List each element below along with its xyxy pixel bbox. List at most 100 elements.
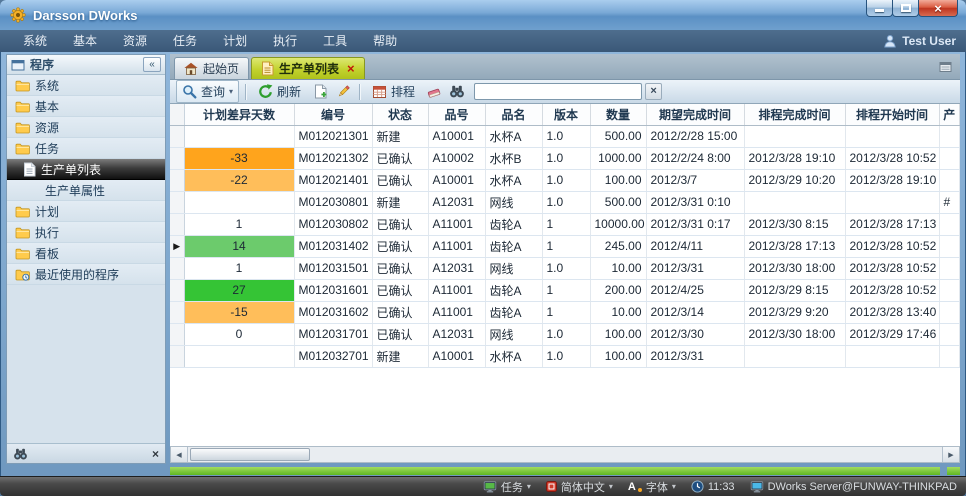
cell-item_no[interactable]: A10001 — [428, 345, 485, 367]
cell-version[interactable]: 1.0 — [542, 147, 590, 169]
scroll-right-button[interactable]: ▶ — [942, 447, 959, 462]
sidebar-item-recent-programs[interactable]: 最近使用的程序 — [7, 264, 165, 285]
cell-diff_days[interactable] — [184, 345, 294, 367]
menu-item-task[interactable]: 任务 — [160, 30, 210, 52]
cell-next_col[interactable] — [939, 345, 960, 367]
cell-qty[interactable]: 1000.00 — [590, 147, 646, 169]
cell-diff_days[interactable]: -33 — [184, 147, 294, 169]
cell-next_col[interactable] — [939, 235, 960, 257]
cell-item_name[interactable]: 水杯A — [485, 169, 542, 191]
cell-item_no[interactable]: A11001 — [428, 279, 485, 301]
cell-next_col[interactable] — [939, 301, 960, 323]
cell-item_name[interactable]: 水杯A — [485, 345, 542, 367]
cell-sched_start[interactable]: 2012/3/28 10:52 — [845, 147, 939, 169]
menu-item-tools[interactable]: 工具 — [310, 30, 360, 52]
menu-item-basic[interactable]: 基本 — [60, 30, 110, 52]
cell-status[interactable]: 已确认 — [372, 279, 428, 301]
cell-item_no[interactable]: A10001 — [428, 125, 485, 147]
cell-item_no[interactable]: A12031 — [428, 257, 485, 279]
cell-qty[interactable]: 10000.00 — [590, 213, 646, 235]
cell-order_no[interactable]: M012031402 — [294, 235, 372, 257]
table-row[interactable]: M012021301新建A10001水杯A1.0500.002012/2/28 … — [170, 125, 960, 147]
cell-expected_finish[interactable]: 2012/3/31 0:10 — [646, 191, 744, 213]
eraser-button[interactable] — [424, 82, 444, 102]
new-order-button[interactable] — [310, 82, 330, 102]
cell-sched_start[interactable]: 2012/3/28 19:10 — [845, 169, 939, 191]
cell-version[interactable]: 1.0 — [542, 323, 590, 345]
sidebar-item-execute[interactable]: 执行 — [7, 222, 165, 243]
cell-order_no[interactable]: M012021401 — [294, 169, 372, 191]
close-button[interactable]: × — [918, 0, 958, 17]
cell-qty[interactable]: 245.00 — [590, 235, 646, 257]
scroll-left-button[interactable]: ◀ — [171, 447, 188, 462]
cell-item_no[interactable]: A12031 — [428, 191, 485, 213]
cell-item_name[interactable]: 齿轮A — [485, 235, 542, 257]
column-header-version[interactable]: 版本 — [542, 104, 590, 125]
cell-expected_finish[interactable]: 2012/4/11 — [646, 235, 744, 257]
cell-version[interactable]: 1.0 — [542, 169, 590, 191]
sidebar-item-production-order-list[interactable]: 生产单列表 — [7, 159, 165, 180]
binoculars-icon[interactable] — [13, 448, 28, 460]
cell-order_no[interactable]: M012031601 — [294, 279, 372, 301]
column-header-sched_finish[interactable]: 排程完成时间 — [744, 104, 845, 125]
cell-sched_finish[interactable]: 2012/3/30 18:00 — [744, 257, 845, 279]
cell-sched_finish[interactable]: 2012/3/30 8:15 — [744, 213, 845, 235]
cell-qty[interactable]: 100.00 — [590, 323, 646, 345]
cell-sched_finish[interactable]: 2012/3/30 18:00 — [744, 323, 845, 345]
cell-version[interactable]: 1 — [542, 279, 590, 301]
cell-sched_start[interactable]: 2012/3/28 13:40 — [845, 301, 939, 323]
cell-next_col[interactable] — [939, 213, 960, 235]
cell-expected_finish[interactable]: 2012/2/28 15:00 — [646, 125, 744, 147]
column-header-status[interactable]: 状态 — [372, 104, 428, 125]
status-font-selector[interactable]: A 字体 ▾ — [628, 479, 676, 495]
sidebar-item-kanban[interactable]: 看板 — [7, 243, 165, 264]
clear-filter-icon[interactable]: × — [152, 448, 159, 460]
cell-order_no[interactable]: M012031602 — [294, 301, 372, 323]
cell-order_no[interactable]: M012032701 — [294, 345, 372, 367]
cell-diff_days[interactable] — [184, 191, 294, 213]
table-row[interactable]: 1M012031501已确认A12031网线1.010.002012/3/312… — [170, 257, 960, 279]
column-header-order_no[interactable]: 编号 — [294, 104, 372, 125]
tab-start-page[interactable]: 起始页 — [174, 57, 249, 79]
cell-qty[interactable]: 100.00 — [590, 345, 646, 367]
cell-item_name[interactable]: 齿轮A — [485, 301, 542, 323]
cell-item_no[interactable]: A11001 — [428, 213, 485, 235]
cell-diff_days[interactable]: 0 — [184, 323, 294, 345]
cell-diff_days[interactable]: 1 — [184, 213, 294, 235]
menu-item-execute[interactable]: 执行 — [260, 30, 310, 52]
cell-sched_finish[interactable]: 2012/3/28 19:10 — [744, 147, 845, 169]
cell-item_name[interactable]: 网线 — [485, 323, 542, 345]
column-header-diff_days[interactable]: 计划差异天数 — [184, 104, 294, 125]
horizontal-scrollbar[interactable]: ◀ ▶ — [170, 446, 960, 463]
column-header-next_col[interactable]: 产 — [939, 104, 960, 125]
cell-sched_finish[interactable]: 2012/3/29 10:20 — [744, 169, 845, 191]
sidebar-item-production-order-properties[interactable]: 生产单属性 — [7, 180, 165, 201]
status-language-selector[interactable]: 简体中文 ▾ — [546, 479, 613, 495]
cell-item_name[interactable]: 水杯A — [485, 125, 542, 147]
cell-expected_finish[interactable]: 2012/3/14 — [646, 301, 744, 323]
cell-expected_finish[interactable]: 2012/3/31 — [646, 257, 744, 279]
cell-diff_days[interactable]: -15 — [184, 301, 294, 323]
cell-sched_finish[interactable]: 2012/3/29 9:20 — [744, 301, 845, 323]
minimize-button[interactable] — [866, 0, 893, 17]
cell-sched_start[interactable]: 2012/3/29 17:46 — [845, 323, 939, 345]
tab-close-icon[interactable]: × — [347, 62, 355, 75]
schedule-button[interactable]: 排程 — [366, 80, 421, 103]
cell-next_col[interactable] — [939, 257, 960, 279]
cell-diff_days[interactable]: -22 — [184, 169, 294, 191]
cell-status[interactable]: 已确认 — [372, 147, 428, 169]
cell-status[interactable]: 已确认 — [372, 235, 428, 257]
cell-status[interactable]: 已确认 — [372, 169, 428, 191]
cell-version[interactable]: 1.0 — [542, 257, 590, 279]
cell-next_col[interactable] — [939, 323, 960, 345]
cell-sched_finish[interactable] — [744, 345, 845, 367]
cell-item_name[interactable]: 网线 — [485, 191, 542, 213]
cell-version[interactable]: 1 — [542, 235, 590, 257]
cell-status[interactable]: 已确认 — [372, 323, 428, 345]
cell-expected_finish[interactable]: 2012/2/24 8:00 — [646, 147, 744, 169]
tab-production-order-list[interactable]: 生产单列表 × — [251, 57, 365, 79]
cell-version[interactable]: 1.0 — [542, 191, 590, 213]
cell-order_no[interactable]: M012031701 — [294, 323, 372, 345]
cell-sched_start[interactable] — [845, 191, 939, 213]
sidebar-item-basic[interactable]: 基本 — [7, 96, 165, 117]
